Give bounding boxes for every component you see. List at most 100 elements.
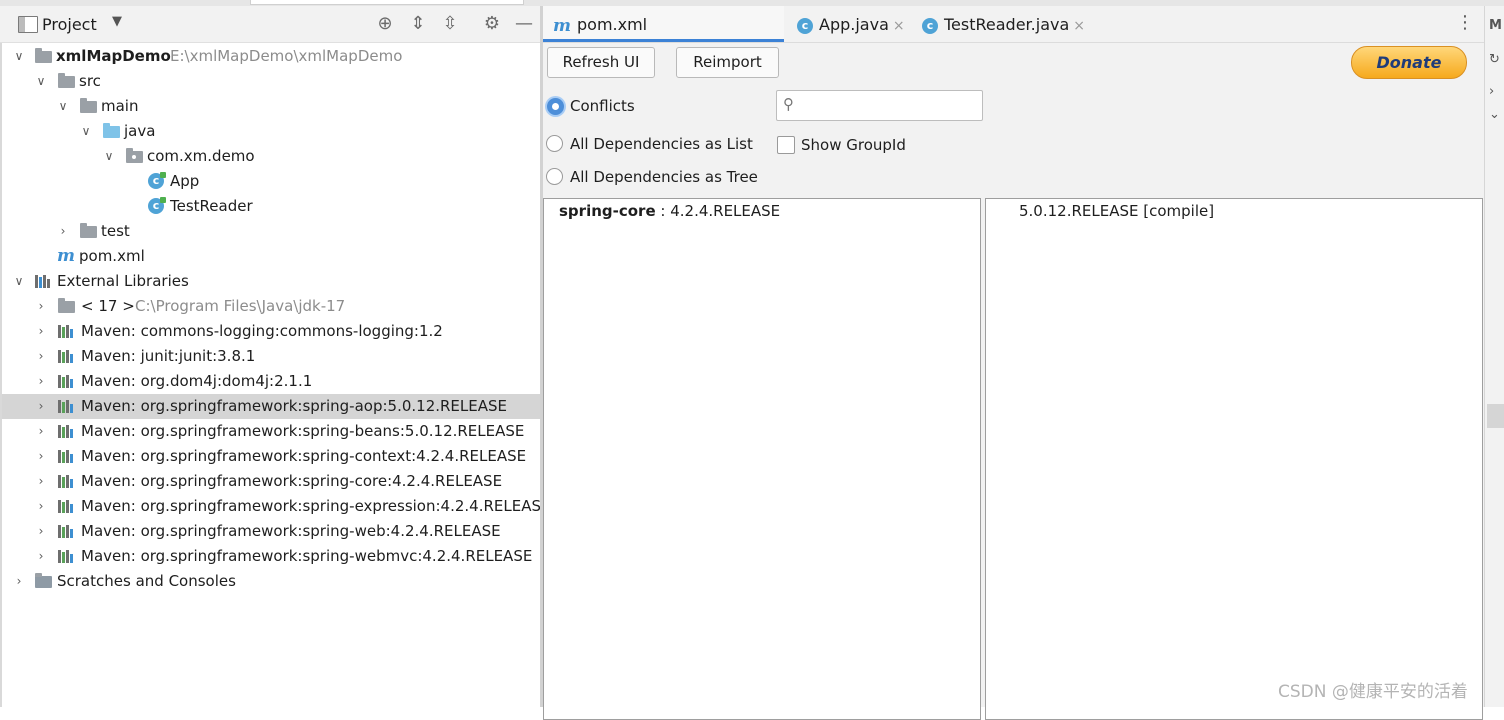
tree-node-library-selected[interactable]: › Maven: org.springframework:spring-aop:… [2,394,542,419]
gear-icon[interactable]: ⚙ [482,14,502,34]
chevron-down-icon[interactable]: ∨ [34,69,48,94]
class-icon: c [922,17,938,34]
chevron-down-icon[interactable]: ∨ [12,44,26,69]
conflicts-radio[interactable] [547,98,564,115]
tab-testreader-java[interactable]: c TestReader.java × [922,6,1085,42]
scrollbar-thumb[interactable] [1487,404,1504,428]
tree-node-library[interactable]: › Maven: org.dom4j:dom4j:2.1.1 [2,369,542,394]
tree-node-path: C:\Program Files\Java\jdk-17 [135,297,346,315]
right-tool-strip: M ↻ › ⌄ [1484,6,1504,707]
tree-node-testreader[interactable]: c TestReader [2,194,542,219]
chevron-right-icon[interactable]: › [34,544,48,569]
tree-node-pom[interactable]: m pom.xml [2,244,542,269]
tree-node-library[interactable]: › Maven: commons-logging:commons-logging… [2,319,542,344]
maven-library-icon [58,375,74,388]
chevron-right-icon[interactable]: › [34,519,48,544]
hide-icon[interactable]: — [514,14,534,34]
project-pane-title[interactable]: Project [42,15,97,34]
tree-node-label: xmlMapDemo [56,47,171,65]
tree-node-package[interactable]: ∨ com.xm.demo [2,144,542,169]
conflicts-list[interactable]: spring-core : 4.2.4.RELEASE [543,198,981,720]
locate-icon[interactable]: ⊕ [375,14,395,34]
tree-node-label: Maven: org.springframework:spring-contex… [81,447,527,465]
tree-node-main[interactable]: ∨ main [2,94,542,119]
chevron-down-icon[interactable]: ∨ [79,119,93,144]
dependencies-tree-radio[interactable] [546,168,563,185]
tree-node-library[interactable]: › Maven: junit:junit:3.8.1 [2,344,542,369]
tree-node-label: test [101,222,130,240]
usages-list[interactable]: 5.0.12.RELEASE [compile] [985,198,1483,720]
maven-tool-icon[interactable]: M [1489,18,1502,33]
search-input[interactable] [805,94,979,117]
chevron-right-icon[interactable]: › [34,294,48,319]
maven-icon: m [57,246,75,266]
chevron-right-icon[interactable]: › [34,444,48,469]
tree-node-label: java [124,122,156,140]
donate-button[interactable]: Donate [1351,46,1467,79]
tree-node-label: src [79,72,101,90]
maven-library-icon [58,350,74,363]
tree-node-test[interactable]: › test [2,219,542,244]
tree-node-label: TestReader [170,197,253,215]
chevron-right-icon[interactable]: › [1489,84,1494,99]
tree-node-project-root[interactable]: ∨ xmlMapDemo E:\xmlMapDemo\xmlMapDemo [2,44,542,69]
list-item[interactable]: 5.0.12.RELEASE [compile] [1019,202,1214,220]
tree-node-label: Maven: commons-logging:commons-logging:1… [81,322,443,340]
tree-node-java[interactable]: ∨ java [2,119,542,144]
tree-node-jdk[interactable]: › < 17 > C:\Program Files\Java\jdk-17 [2,294,542,319]
artifact-name: spring-core [559,202,656,220]
chevron-down-icon[interactable]: ∨ [56,94,70,119]
expand-all-icon[interactable]: ⇕ [408,14,428,34]
refresh-ui-button[interactable]: Refresh UI [547,47,655,78]
more-icon[interactable]: ⋮ [1456,12,1474,33]
chevron-right-icon[interactable]: › [34,419,48,444]
source-folder-icon [103,123,120,138]
tree-node-library[interactable]: › Maven: org.springframework:spring-core… [2,469,542,494]
chevron-right-icon[interactable]: › [34,319,48,344]
tree-node-src[interactable]: ∨ src [2,69,542,94]
reimport-button[interactable]: Reimport [676,47,779,78]
tree-node-library[interactable]: › Maven: org.springframework:spring-bean… [2,419,542,444]
close-icon[interactable]: × [1073,18,1085,34]
toolbar-tab-stub [250,0,524,5]
class-icon: c [148,197,166,214]
project-pane-header: Project ▼ ⊕ ⇕ ⇳ ⚙ — [0,6,540,43]
tree-node-library[interactable]: › Maven: org.springframework:spring-webm… [2,544,542,569]
chevron-right-icon[interactable]: › [34,494,48,519]
chevron-down-icon[interactable]: ⌄ [1489,107,1500,122]
tree-node-label: Scratches and Consoles [57,572,236,590]
tree-node-label: pom.xml [79,247,145,265]
chevron-right-icon[interactable]: › [34,344,48,369]
chevron-right-icon[interactable]: › [34,394,48,419]
tree-node-library[interactable]: › Maven: org.springframework:spring-cont… [2,444,542,469]
tree-node-external-libraries[interactable]: ∨ External Libraries [2,269,542,294]
show-groupid-checkbox[interactable] [777,136,795,154]
tree-node-app[interactable]: c App [2,169,542,194]
tree-node-label: Maven: org.springframework:spring-webmvc… [81,547,533,565]
module-folder-icon [35,48,52,63]
dependencies-tree-label: All Dependencies as Tree [570,168,758,186]
tree-node-library[interactable]: › Maven: org.springframework:spring-expr… [2,494,551,519]
tree-node-path: E:\xmlMapDemo\xmlMapDemo [170,47,403,65]
chevron-right-icon[interactable]: › [34,369,48,394]
chevron-right-icon[interactable]: › [56,219,70,244]
chevron-right-icon[interactable]: › [34,469,48,494]
tab-app-java[interactable]: c App.java × [797,6,905,42]
dependencies-list-radio[interactable] [546,135,563,152]
list-item[interactable]: spring-core : 4.2.4.RELEASE [559,202,780,220]
chevron-down-icon[interactable]: ∨ [12,269,26,294]
tree-node-scratches[interactable]: › Scratches and Consoles [2,569,542,594]
refresh-icon[interactable]: ↻ [1489,52,1500,67]
chevron-right-icon[interactable]: › [12,569,26,594]
collapse-all-icon[interactable]: ⇳ [440,14,460,34]
tree-node-library[interactable]: › Maven: org.springframework:spring-web:… [2,519,542,544]
jdk-icon [58,298,75,313]
search-box[interactable]: ⚲ [776,90,983,121]
tab-pom-xml[interactable]: mpom.xml (xmlMapDemo)× [543,6,784,72]
tree-node-label: main [101,97,139,115]
close-icon[interactable]: × [893,18,905,34]
chevron-down-icon[interactable]: ▼ [112,14,122,29]
search-icon[interactable]: ⚲ [783,95,794,113]
tree-node-label: Maven: junit:junit:3.8.1 [81,347,256,365]
chevron-down-icon[interactable]: ∨ [102,144,116,169]
